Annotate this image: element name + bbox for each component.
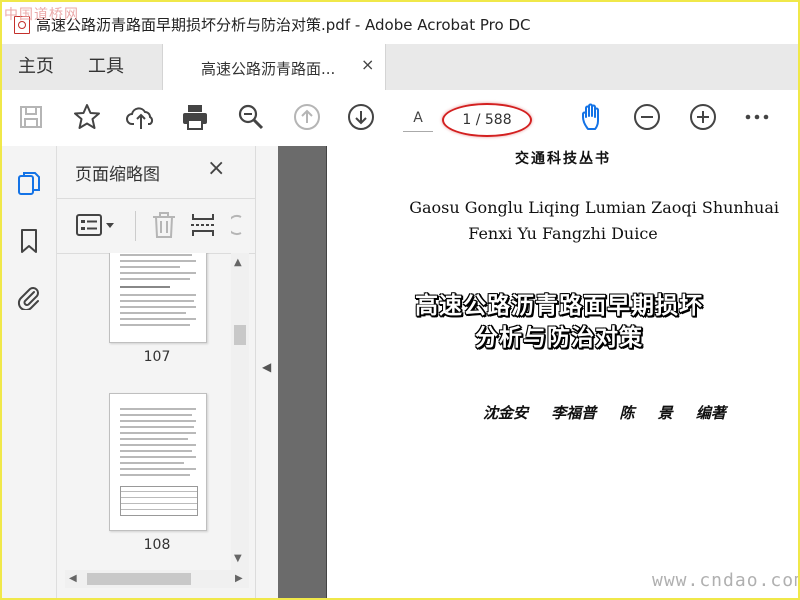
options-menu-icon[interactable] xyxy=(75,211,119,239)
thumbnails-panel: 页面缩略图 × 107 108 ▲ ▼ ◀ ▶ xyxy=(57,146,256,598)
more-icon[interactable] xyxy=(742,102,772,132)
book-title-line2: 分析与防治对策 xyxy=(475,325,643,351)
insert-page-icon[interactable] xyxy=(189,211,219,239)
divider xyxy=(135,211,136,241)
scroll-left-icon[interactable]: ◀ xyxy=(69,573,77,584)
collapse-panel-icon[interactable]: ◀ xyxy=(262,360,271,374)
thumbnail-page[interactable] xyxy=(109,393,207,531)
thumbnail-page[interactable] xyxy=(109,253,207,343)
page-counter: 1 / 588 xyxy=(442,103,532,137)
prev-page-icon[interactable] xyxy=(292,102,322,132)
scroll-right-icon[interactable]: ▶ xyxy=(235,573,243,584)
thumbnail-vertical-scrollbar[interactable]: ▲ ▼ xyxy=(231,253,249,571)
thumbnail-horizontal-scrollbar[interactable]: ◀ ▶ xyxy=(65,570,249,588)
book-title-line1: 高速公路沥青路面早期损坏 xyxy=(415,293,703,319)
bookmarks-icon[interactable] xyxy=(16,228,42,254)
hand-tool-icon[interactable] xyxy=(578,102,608,132)
upload-cloud-icon[interactable] xyxy=(126,102,156,132)
print-icon[interactable] xyxy=(180,102,210,132)
save-icon[interactable] xyxy=(16,102,46,132)
delete-trash-icon[interactable] xyxy=(149,211,179,239)
tab-document[interactable]: 高速公路沥青路面... × xyxy=(162,44,386,91)
pinyin-title-line1: Gaosu Gonglu Liqing Lumian Zaoqi Shunhua… xyxy=(409,198,779,217)
page-counter-text: 1 / 588 xyxy=(462,112,512,128)
rotate-icon[interactable] xyxy=(231,211,245,239)
navigation-rail xyxy=(2,146,57,598)
bookmark-star-icon[interactable] xyxy=(72,102,102,132)
tab-document-label: 高速公路沥青路面... xyxy=(201,60,336,78)
tab-home[interactable]: 主页 xyxy=(18,44,54,90)
book-series: 交通科技丛书 xyxy=(515,151,611,167)
panel-toolbar xyxy=(57,198,255,254)
scroll-down-icon[interactable]: ▼ xyxy=(234,553,242,564)
zoom-in-icon[interactable] xyxy=(688,102,718,132)
watermark-top-left: 中国道桥网 xyxy=(4,7,79,23)
scroll-up-icon[interactable]: ▲ xyxy=(234,257,242,268)
book-authors: 沈金安 李福普 陈 景 编著 xyxy=(483,404,726,422)
page-thumbnails-icon[interactable] xyxy=(16,170,42,196)
zoom-out-icon[interactable] xyxy=(632,102,662,132)
thumbnail-label: 108 xyxy=(143,537,171,553)
panel-collapse-strip[interactable]: ◀ xyxy=(256,146,278,598)
tab-tools[interactable]: 工具 xyxy=(88,44,124,90)
watermark-bottom-right: www.cndao.com xyxy=(652,570,798,591)
thumbnail-label: 107 xyxy=(143,349,171,365)
panel-close-icon[interactable]: × xyxy=(207,156,225,181)
pinyin-title-line2: Fenxi Yu Fangzhi Duice xyxy=(468,224,658,243)
window-title: 高速公路沥青路面早期损坏分析与防治对策.pdf - Adobe Acrobat … xyxy=(36,16,531,34)
page-number-input[interactable]: A xyxy=(403,105,433,132)
title-bar: 高速公路沥青路面早期损坏分析与防治对策.pdf - Adobe Acrobat … xyxy=(2,2,798,45)
document-page: 交通科技丛书 Gaosu Gonglu Liqing Lumian Zaoqi … xyxy=(326,146,798,598)
app-window: 高速公路沥青路面早期损坏分析与防治对策.pdf - Adobe Acrobat … xyxy=(2,2,798,598)
thumbnail-list: 107 108 xyxy=(57,253,231,571)
toolbar: A 1 / 588 xyxy=(2,90,798,147)
tab-bar: 主页 工具 高速公路沥青路面... × xyxy=(2,44,798,91)
scrollbar-thumb[interactable] xyxy=(234,325,246,345)
attachments-icon[interactable] xyxy=(16,284,42,312)
zoom-search-icon[interactable] xyxy=(236,102,266,132)
scrollbar-thumb[interactable] xyxy=(87,573,191,585)
panel-title: 页面缩略图 xyxy=(75,165,160,185)
tab-close-icon[interactable]: × xyxy=(361,55,374,74)
next-page-icon[interactable] xyxy=(346,102,376,132)
